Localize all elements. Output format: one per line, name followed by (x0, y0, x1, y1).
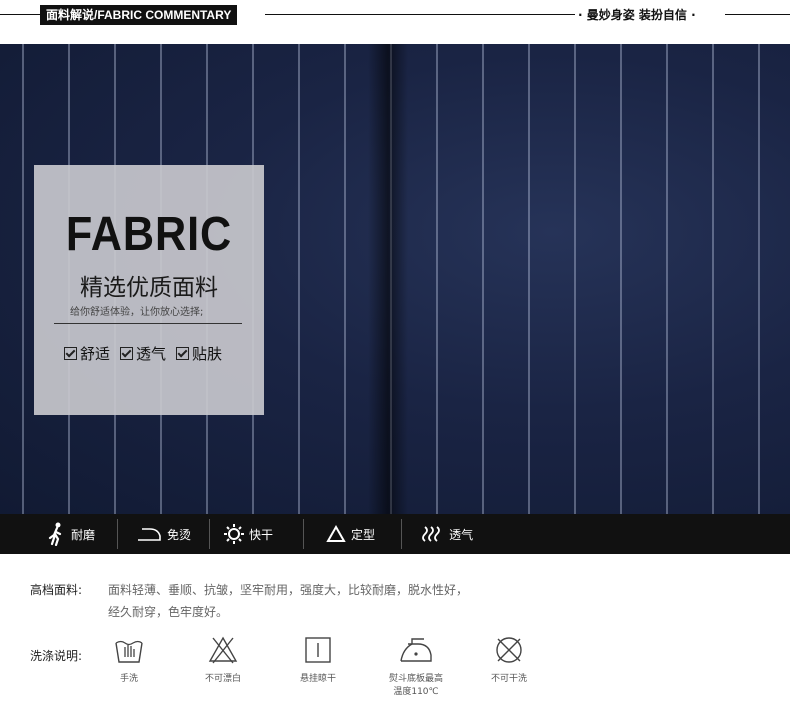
feature-label: 免烫 (167, 527, 192, 542)
check-item-skin-friendly: 贴肤 (176, 343, 222, 364)
care-label: 不可干洗 (490, 674, 527, 684)
no-dry-clean-icon (496, 637, 522, 663)
feature-label: 快干 (249, 527, 274, 542)
feature-label: 定型 (351, 527, 376, 542)
material-description-line1: 面料轻薄、垂顺、抗皱，坚牢耐用，强度大，比较耐磨，脱水性好， (108, 583, 469, 597)
header-rule-middle (265, 14, 575, 15)
walking-person-icon (48, 522, 66, 546)
care-label: 熨斗底板最高 (388, 674, 443, 684)
checkbox-icon (176, 347, 190, 360)
card-divider (54, 323, 242, 324)
check-label: 透气 (136, 345, 167, 363)
feature-label: 透气 (449, 527, 474, 542)
card-subtitle: 精选优质面料 (80, 275, 218, 301)
feature-separator (303, 519, 305, 549)
check-item-breathable: 透气 (120, 343, 166, 364)
material-description-line2: 经久耐穿，色牢度好。 (108, 605, 229, 619)
care-label: 不可漂白 (204, 674, 241, 684)
card-description: 给你舒适体验，让你放心选择; (70, 307, 204, 318)
feature-bar: 耐磨 免烫 快干 定型 透气 (0, 514, 790, 554)
fabric-closeup-image: FABRIC 精选优质面料 给你舒适体验，让你放心选择; 舒适 透气 贴肤 (0, 44, 790, 514)
care-label: 手洗 (119, 674, 138, 684)
care-iron-temperature: 熨斗底板最高 温度110℃ (371, 635, 461, 697)
iron-temperature-icon (400, 638, 432, 662)
no-bleach-icon (208, 636, 238, 664)
hand-wash-icon (115, 640, 143, 663)
checkbox-icon (120, 347, 134, 360)
feature-separator (401, 519, 403, 549)
care-no-dry-clean: 不可干洗 (464, 635, 554, 684)
feature-breathable: 透气 (422, 514, 473, 554)
section-title-badge: 面料解说/FABRIC COMMENTARY (40, 5, 238, 25)
card-title: FABRIC (65, 208, 233, 261)
fabric-fold-shadow (368, 44, 408, 514)
care-hand-wash: 手洗 (84, 635, 174, 684)
triangle-icon (326, 525, 346, 543)
check-label: 舒适 (80, 345, 111, 363)
section-header: 面料解说/FABRIC COMMENTARY · 曼妙身姿 装扮自信 · (0, 0, 790, 44)
card-checklist: 舒适 透气 贴肤 (64, 343, 222, 364)
feature-label: 耐磨 (71, 527, 96, 542)
care-no-bleach: 不可漂白 (178, 635, 268, 684)
feature-no-iron: 免烫 (136, 514, 191, 554)
product-page: 面料解说/FABRIC COMMENTARY · 曼妙身姿 装扮自信 · FAB… (0, 0, 790, 705)
care-label: 悬挂晾干 (299, 674, 336, 684)
check-item-comfort: 舒适 (64, 343, 110, 364)
fabric-info-card: FABRIC 精选优质面料 给你舒适体验，让你放心选择; 舒适 透气 贴肤 (34, 165, 264, 415)
material-label: 高档面料: (30, 583, 83, 597)
header-rule-right (725, 14, 790, 15)
feature-quick-dry: 快干 (224, 514, 273, 554)
check-label: 贴肤 (192, 345, 223, 363)
feature-shape-retention: 定型 (326, 514, 375, 554)
wash-instructions-label: 洗涤说明: (30, 649, 83, 663)
feature-separator (117, 519, 119, 549)
care-hang-dry: 悬挂晾干 (273, 635, 363, 684)
hang-dry-icon (305, 637, 331, 663)
feature-durable: 耐磨 (48, 514, 95, 554)
sun-icon (224, 524, 245, 544)
checkbox-icon (64, 347, 77, 360)
wave-icon (422, 525, 444, 543)
care-label-line2: 温度110℃ (393, 687, 439, 697)
header-rule-left (0, 14, 40, 15)
feature-separator (209, 519, 211, 549)
iron-icon (136, 526, 162, 542)
header-slogan: · 曼妙身姿 装扮自信 · (578, 8, 696, 22)
